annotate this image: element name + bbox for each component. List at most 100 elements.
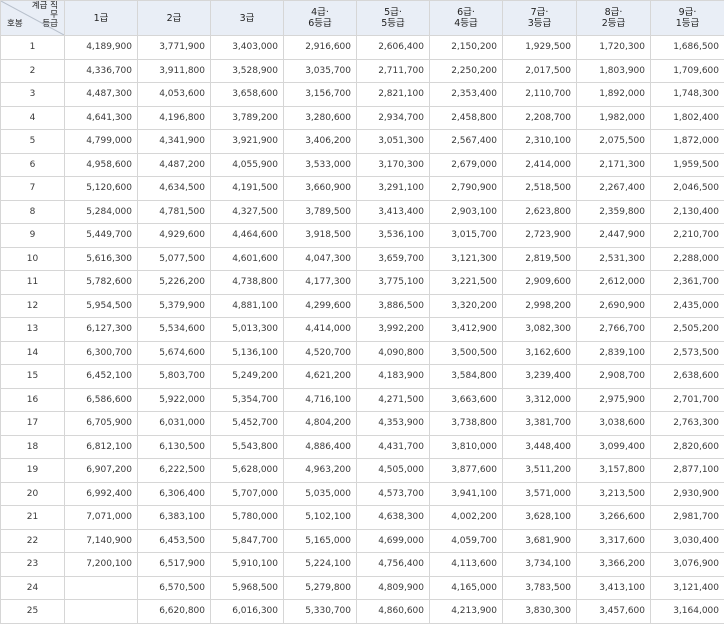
salary-cell: 5,077,500	[138, 247, 211, 271]
salary-cell: 2,017,500	[503, 59, 577, 83]
hobong-cell: 3	[1, 83, 65, 107]
salary-cell: 4,573,700	[357, 482, 430, 506]
salary-cell: 6,570,500	[138, 576, 211, 600]
salary-cell: 3,660,900	[284, 177, 357, 201]
salary-cell: 6,705,900	[65, 412, 138, 436]
salary-cell: 5,330,700	[284, 600, 357, 624]
salary-cell: 2,130,400	[651, 200, 724, 224]
salary-cell: 2,447,900	[577, 224, 651, 248]
salary-cell: 3,457,600	[577, 600, 651, 624]
salary-cell: 2,638,600	[651, 365, 724, 389]
salary-cell: 3,162,600	[503, 341, 577, 365]
salary-cell: 3,413,400	[357, 200, 430, 224]
salary-cell: 5,674,600	[138, 341, 211, 365]
salary-cell: 6,300,700	[65, 341, 138, 365]
salary-cell: 3,536,100	[357, 224, 430, 248]
salary-cell: 6,586,600	[65, 388, 138, 412]
table-row: 125,954,5005,379,9004,881,1004,299,6003,…	[1, 294, 724, 318]
salary-cell: 2,267,400	[577, 177, 651, 201]
salary-cell: 3,681,900	[503, 529, 577, 553]
salary-cell: 4,353,900	[357, 412, 430, 436]
salary-cell: 2,877,100	[651, 459, 724, 483]
salary-cell: 5,847,700	[211, 529, 284, 553]
salary-cell: 4,638,300	[357, 506, 430, 530]
table-row: 256,620,8006,016,3005,330,7004,860,6004,…	[1, 600, 724, 624]
salary-cell: 4,165,000	[430, 576, 503, 600]
table-row: 54,799,0004,341,9003,921,9003,406,2003,0…	[1, 130, 724, 154]
salary-cell: 2,505,200	[651, 318, 724, 342]
salary-cell: 3,783,500	[503, 576, 577, 600]
salary-cell: 2,208,700	[503, 106, 577, 130]
salary-cell: 2,998,200	[503, 294, 577, 318]
salary-cell: 4,189,900	[65, 36, 138, 60]
table-row: 206,992,4006,306,4005,707,0005,035,0004,…	[1, 482, 724, 506]
salary-cell: 1,720,300	[577, 36, 651, 60]
salary-cell: 4,336,700	[65, 59, 138, 83]
table-row: 75,120,6004,634,5004,191,5003,660,9003,2…	[1, 177, 724, 201]
salary-cell: 3,941,100	[430, 482, 503, 506]
salary-cell: 5,449,700	[65, 224, 138, 248]
salary-cell: 3,584,800	[430, 365, 503, 389]
salary-cell: 5,379,900	[138, 294, 211, 318]
table-row: 24,336,7003,911,8003,528,9003,035,7002,7…	[1, 59, 724, 83]
hobong-cell: 10	[1, 247, 65, 271]
salary-cell: 6,127,300	[65, 318, 138, 342]
hobong-cell: 15	[1, 365, 65, 389]
salary-cell: 4,804,200	[284, 412, 357, 436]
salary-cell: 2,930,900	[651, 482, 724, 506]
salary-cell: 4,431,700	[357, 435, 430, 459]
corner-header-cell: 계급 직무 등급 호봉	[1, 1, 65, 36]
salary-cell: 2,763,300	[651, 412, 724, 436]
salary-cell: 3,789,200	[211, 106, 284, 130]
salary-cell: 2,171,300	[577, 153, 651, 177]
salary-cell: 3,528,900	[211, 59, 284, 83]
hobong-cell: 5	[1, 130, 65, 154]
salary-cell: 2,210,700	[651, 224, 724, 248]
salary-cell: 4,191,500	[211, 177, 284, 201]
salary-cell: 3,157,800	[577, 459, 651, 483]
salary-cell: 4,963,200	[284, 459, 357, 483]
salary-cell: 2,701,700	[651, 388, 724, 412]
salary-cell: 6,222,500	[138, 459, 211, 483]
salary-cell: 3,992,200	[357, 318, 430, 342]
salary-cell: 4,958,600	[65, 153, 138, 177]
salary-cell: 5,284,000	[65, 200, 138, 224]
salary-cell: 4,520,700	[284, 341, 357, 365]
salary-cell: 5,224,100	[284, 553, 357, 577]
salary-cell: 5,452,700	[211, 412, 284, 436]
hobong-cell: 6	[1, 153, 65, 177]
hobong-cell: 1	[1, 36, 65, 60]
salary-cell: 5,922,000	[138, 388, 211, 412]
salary-cell: 5,628,000	[211, 459, 284, 483]
salary-cell: 5,910,100	[211, 553, 284, 577]
salary-cell: 4,809,900	[357, 576, 430, 600]
salary-cell: 6,907,200	[65, 459, 138, 483]
salary-cell: 5,279,800	[284, 576, 357, 600]
salary-cell: 2,766,700	[577, 318, 651, 342]
table-row: 105,616,3005,077,5004,601,6004,047,3003,…	[1, 247, 724, 271]
salary-cell: 3,810,000	[430, 435, 503, 459]
salary-cell: 2,250,200	[430, 59, 503, 83]
salary-cell: 3,221,500	[430, 271, 503, 295]
salary-cell: 3,121,400	[651, 576, 724, 600]
salary-cell: 3,877,600	[430, 459, 503, 483]
column-header: 8급· 2등급	[577, 1, 651, 36]
table-row: 176,705,9006,031,0005,452,7004,804,2004,…	[1, 412, 724, 436]
hobong-cell: 8	[1, 200, 65, 224]
hobong-cell: 17	[1, 412, 65, 436]
table-row: 156,452,1005,803,7005,249,2004,621,2004,…	[1, 365, 724, 389]
salary-cell: 2,435,000	[651, 294, 724, 318]
salary-cell: 5,120,600	[65, 177, 138, 201]
salary-cell: 3,921,900	[211, 130, 284, 154]
salary-cell: 3,035,700	[284, 59, 357, 83]
salary-cell: 3,571,000	[503, 482, 577, 506]
salary-cell: 5,780,000	[211, 506, 284, 530]
salary-cell: 3,658,600	[211, 83, 284, 107]
salary-cell: 1,872,000	[651, 130, 724, 154]
table-row: 217,071,0006,383,1005,780,0005,102,1004,…	[1, 506, 724, 530]
salary-cell: 4,196,800	[138, 106, 211, 130]
corner-label-grade: 계급 직무 등급	[28, 2, 58, 29]
hobong-cell: 7	[1, 177, 65, 201]
salary-cell: 3,381,700	[503, 412, 577, 436]
table-row: 95,449,7004,929,6004,464,6003,918,5003,5…	[1, 224, 724, 248]
